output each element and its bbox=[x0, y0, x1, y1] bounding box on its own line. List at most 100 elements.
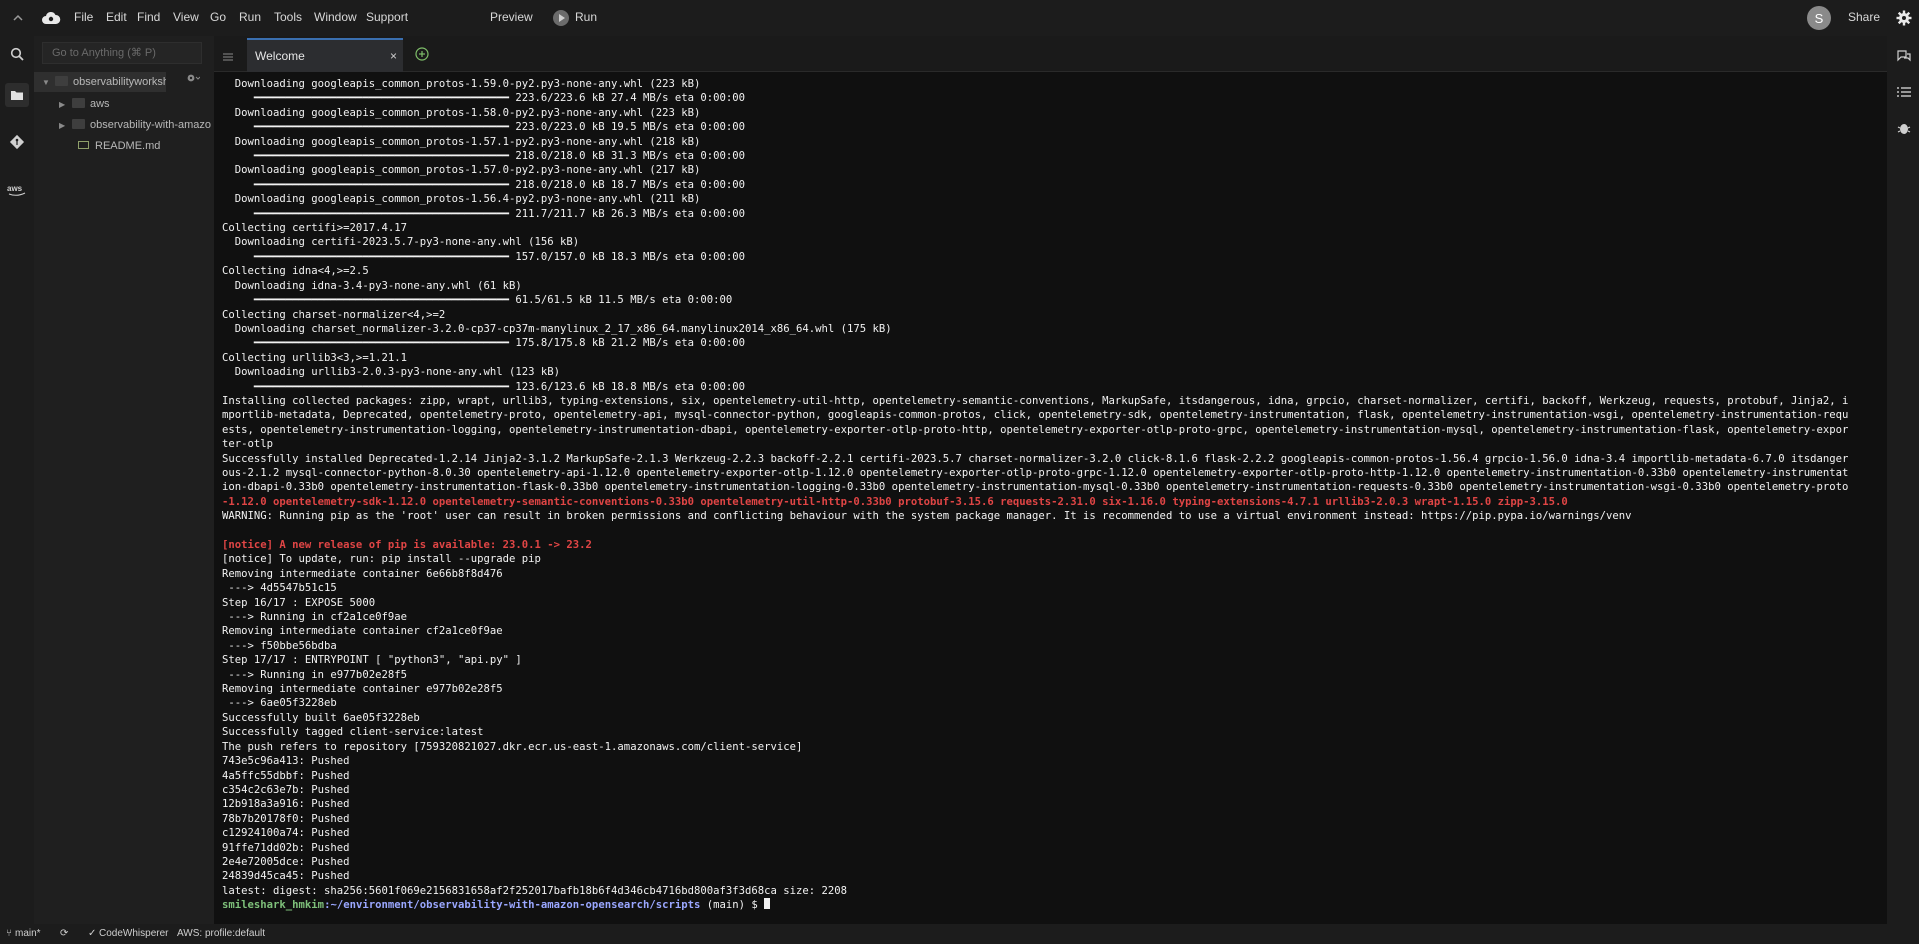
go-to-anything-input[interactable]: Go to Anything (⌘ P) bbox=[42, 42, 202, 64]
terminal-line: Collecting idna<4,>=2.5 bbox=[222, 265, 369, 278]
share-button[interactable]: Share bbox=[1848, 10, 1880, 24]
menu-run[interactable]: Run bbox=[239, 10, 261, 24]
preview-button[interactable]: Preview bbox=[490, 10, 533, 24]
aws-profile-status[interactable]: AWS: profile:default bbox=[177, 928, 265, 939]
collaborate-icon[interactable] bbox=[1894, 46, 1914, 66]
terminal-line: Downloading certifi-2023.5.7-py3-none-an… bbox=[222, 236, 580, 249]
gear-icon[interactable] bbox=[1894, 0, 1914, 36]
outline-icon[interactable] bbox=[1894, 82, 1914, 102]
terminal-line: c354c2c63e7b: Pushed bbox=[222, 783, 350, 796]
menu-tools[interactable]: Tools bbox=[274, 10, 302, 24]
terminal-line: ━━━━━━━━━━━━━━━━━━━━━━━━━━━━━━━━━━━━━━━━… bbox=[222, 178, 745, 191]
terminal-prompt[interactable]: smileshark_hmkim:~/environment/observabi… bbox=[222, 898, 1887, 912]
terminal-line: Installing collected packages: zipp, wra… bbox=[222, 394, 1849, 407]
terminal-line: 2e4e72005dce: Pushed bbox=[222, 855, 350, 868]
search-icon[interactable] bbox=[7, 44, 27, 64]
folder-icon bbox=[55, 76, 68, 86]
cloud9-logo-icon[interactable] bbox=[40, 0, 62, 36]
terminal-line: Downloading googleapis_common_protos-1.5… bbox=[222, 78, 701, 90]
terminal-line: Removing intermediate container 6e66b8f8… bbox=[222, 567, 503, 580]
terminal-line: 743e5c96a413: Pushed bbox=[222, 755, 350, 768]
tree-root-label: observabilityworksh bbox=[73, 76, 166, 88]
terminal-line: ion-dbapi-0.33b0 opentelemetry-instrumen… bbox=[222, 481, 1849, 494]
menu-edit[interactable]: Edit bbox=[106, 10, 127, 24]
terminal-line: Collecting certifi>=2017.4.17 bbox=[222, 222, 407, 235]
run-play-icon[interactable] bbox=[553, 10, 569, 26]
source-control-icon[interactable] bbox=[7, 132, 27, 152]
terminal-line: Successfully tagged client-service:lates… bbox=[222, 726, 484, 739]
chevron-down-icon: ▼ bbox=[42, 78, 50, 87]
codewhisperer-status[interactable]: CodeWhisperer bbox=[99, 928, 168, 939]
tree-item-label: aws bbox=[90, 98, 110, 110]
chevron-right-icon: ▶ bbox=[59, 121, 66, 130]
terminal-line: 12b918a3a916: Pushed bbox=[222, 798, 350, 811]
terminal-line: ---> 4d5547b51c15 bbox=[222, 582, 337, 595]
terminal-line: 78b7b20178f0: Pushed bbox=[222, 812, 350, 825]
debugger-bug-icon[interactable] bbox=[1894, 118, 1914, 138]
terminal-line: [notice] To update, run: pip install --u… bbox=[222, 553, 541, 566]
menu-window[interactable]: Window bbox=[314, 10, 357, 24]
terminal-line: ter-otlp bbox=[222, 438, 274, 451]
activity-rail: aws bbox=[0, 36, 34, 924]
terminal-line: Collecting urllib3<3,>=1.21.1 bbox=[222, 351, 407, 364]
tree-item-readme[interactable]: README.md bbox=[34, 136, 214, 156]
menu-file[interactable]: File bbox=[74, 10, 93, 24]
terminal-cursor bbox=[764, 898, 771, 910]
terminal-line: Step 17/17 : ENTRYPOINT [ "python3", "ap… bbox=[222, 654, 522, 667]
add-tab-icon[interactable] bbox=[415, 47, 429, 66]
tab-label: Welcome bbox=[255, 49, 305, 63]
terminal-line: Removing intermediate container cf2a1ce0… bbox=[222, 625, 503, 638]
menu-support[interactable]: Support bbox=[366, 10, 408, 24]
terminal-line: ━━━━━━━━━━━━━━━━━━━━━━━━━━━━━━━━━━━━━━━━… bbox=[222, 207, 745, 220]
terminal-line: Downloading urllib3-2.0.3-py3-none-any.w… bbox=[222, 366, 561, 379]
tab-welcome[interactable]: Welcome × bbox=[247, 38, 403, 72]
editor-tab-bar: Welcome × bbox=[214, 36, 1887, 72]
run-button[interactable]: Run bbox=[575, 10, 597, 24]
terminal-line: ---> Running in e977b02e28f5 bbox=[222, 668, 407, 681]
tree-settings-gear-icon[interactable] bbox=[186, 70, 201, 88]
terminal-line: Successfully built 6ae05f3228eb bbox=[222, 711, 420, 724]
menu-bar: File Edit Find View Go Run Tools Window … bbox=[0, 0, 1919, 36]
collapse-caret-icon[interactable] bbox=[10, 0, 26, 36]
terminal-line: ━━━━━━━━━━━━━━━━━━━━━━━━━━━━━━━━━━━━━━━━… bbox=[222, 380, 745, 393]
terminal-line: WARNING: Running pip as the 'root' user … bbox=[222, 510, 1632, 523]
terminal-line: ous-2.1.2 mysql-connector-python-8.0.30 … bbox=[222, 466, 1849, 479]
tree-root-folder[interactable]: ▼ observabilityworksh bbox=[34, 72, 166, 92]
terminal-line: -1.12.0 opentelemetry-sdk-1.12.0 opentel… bbox=[222, 495, 1568, 508]
tree-item-aws[interactable]: ▶ aws bbox=[34, 94, 214, 114]
terminal-line: ---> Running in cf2a1ce0f9ae bbox=[222, 611, 407, 624]
chevron-right-icon: ▶ bbox=[59, 100, 66, 109]
terminal-line: c12924100a74: Pushed bbox=[222, 827, 350, 840]
menu-go[interactable]: Go bbox=[210, 10, 226, 24]
tab-menu-icon[interactable] bbox=[223, 48, 233, 66]
close-icon[interactable]: × bbox=[390, 49, 397, 63]
terminal-line: Collecting charset-normalizer<4,>=2 bbox=[222, 308, 446, 321]
terminal-line: 4a5ffc55dbbf: Pushed bbox=[222, 769, 350, 782]
sync-icon[interactable]: ⟳ bbox=[60, 928, 68, 939]
environment-folder-icon[interactable] bbox=[5, 83, 29, 107]
file-tree-panel: Go to Anything (⌘ P) ▼ observabilityworks… bbox=[34, 36, 214, 924]
menu-find[interactable]: Find bbox=[137, 10, 160, 24]
menu-view[interactable]: View bbox=[173, 10, 199, 24]
terminal-line: Step 16/17 : EXPOSE 5000 bbox=[222, 596, 376, 609]
terminal-line: ests, opentelemetry-instrumentation-logg… bbox=[222, 423, 1849, 436]
terminal-line: latest: digest: sha256:5601f069e21568316… bbox=[222, 884, 848, 897]
right-rail bbox=[1887, 36, 1919, 924]
terminal-line: ━━━━━━━━━━━━━━━━━━━━━━━━━━━━━━━━━━━━━━━━… bbox=[222, 150, 745, 163]
terminal-line: Successfully installed Deprecated-1.2.14… bbox=[222, 452, 1849, 465]
terminal-line: Downloading charset_normalizer-3.2.0-cp3… bbox=[222, 322, 892, 335]
terminal-line: Downloading googleapis_common_protos-1.5… bbox=[222, 193, 701, 206]
tree-item-label: observability-with-amazo bbox=[90, 119, 212, 131]
terminal-line: 24839d45ca45: Pushed bbox=[222, 870, 350, 883]
aws-explorer-icon[interactable]: aws bbox=[6, 180, 28, 200]
terminal-line: ---> 6ae05f3228eb bbox=[222, 697, 337, 710]
git-branch-status[interactable]: main* bbox=[15, 928, 41, 939]
tree-item-observability-folder[interactable]: ▶ observability-with-amazo bbox=[34, 115, 214, 135]
terminal-line: Downloading googleapis_common_protos-1.5… bbox=[222, 164, 701, 177]
folder-icon bbox=[72, 98, 85, 108]
terminal-line: [notice] A new release of pip is availab… bbox=[222, 539, 592, 551]
avatar[interactable]: S bbox=[1807, 6, 1831, 30]
prompt-path: :~/environment/observability-with-amazon… bbox=[324, 899, 701, 912]
terminal-panel[interactable]: Downloading googleapis_common_protos-1.5… bbox=[214, 72, 1887, 924]
terminal-line: ━━━━━━━━━━━━━━━━━━━━━━━━━━━━━━━━━━━━━━━━… bbox=[222, 250, 745, 263]
